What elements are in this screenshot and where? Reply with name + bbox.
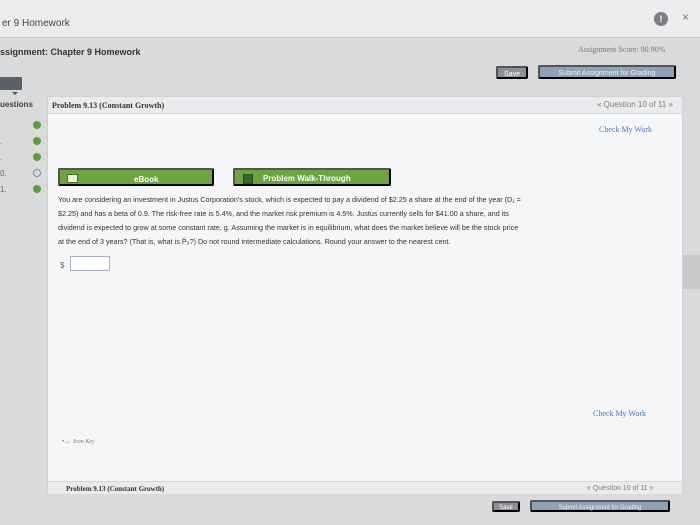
question-navigation[interactable]: « Question 10 of 11 » xyxy=(597,100,673,109)
book-icon xyxy=(67,174,78,183)
ebook-button[interactable]: eBook xyxy=(58,168,214,186)
assignment-title: ssignment: Chapter 9 Homework xyxy=(0,47,141,57)
submit-assignment-button-bottom[interactable]: Submit Assignment for Grading xyxy=(530,500,670,512)
questions-header: uestions xyxy=(0,100,33,109)
sidebar-item-number: . xyxy=(0,137,3,146)
check-circle-icon xyxy=(33,137,41,145)
footer-question-navigation[interactable]: « Question 10 of 11 » xyxy=(587,485,653,492)
save-button[interactable]: Save xyxy=(496,66,528,79)
problem-panel: Problem 9.13 (Constant Growth) « Questio… xyxy=(47,96,683,494)
sidebar-item-11[interactable]: 1. xyxy=(0,182,46,198)
resource-bar: eBook Problem Walk-Through xyxy=(58,168,391,186)
ebook-label: eBook xyxy=(134,175,159,184)
question-line: dividend is expected to grow at some con… xyxy=(58,223,519,232)
sidebar-item-3[interactable]: . xyxy=(0,150,46,166)
sidebar-item-1[interactable] xyxy=(0,118,46,134)
problem-header: Problem 9.13 (Constant Growth) « Questio… xyxy=(48,97,682,114)
window-titlebar: er 9 Homework ! × xyxy=(0,0,700,38)
scrollbar-handle[interactable] xyxy=(683,255,700,289)
walkthrough-label: Problem Walk-Through xyxy=(263,174,351,183)
save-button-bottom[interactable]: Save xyxy=(492,501,520,512)
check-circle-icon xyxy=(33,153,41,161)
sidebar-item-2[interactable]: . xyxy=(0,134,46,150)
submit-assignment-button[interactable]: Submit Assignment for Grading xyxy=(538,65,676,79)
sidebar-item-number: 1. xyxy=(0,185,7,194)
window-title: er 9 Homework xyxy=(2,18,70,29)
icon-key[interactable]: Icon Key xyxy=(62,439,95,445)
empty-circle-icon xyxy=(33,169,41,177)
sidebar-item-number: 0. xyxy=(0,169,7,178)
check-my-work-link-bottom[interactable]: Check My Work xyxy=(593,409,646,418)
check-circle-icon xyxy=(33,185,41,193)
question-line: $2.25) and has a beta of 0.9. The risk-f… xyxy=(58,209,509,218)
footer-problem-title: Problem 9.13 (Constant Growth) xyxy=(66,485,165,493)
close-icon[interactable]: × xyxy=(682,10,689,24)
problem-title: Problem 9.13 (Constant Growth) xyxy=(52,101,165,110)
answer-input[interactable] xyxy=(70,256,110,271)
dollar-sign: $ xyxy=(60,261,65,270)
info-icon[interactable]: ! xyxy=(654,12,668,26)
assignment-page: er 9 Homework ! × ssignment: Chapter 9 H… xyxy=(0,0,700,525)
problem-walkthrough-button[interactable]: Problem Walk-Through xyxy=(233,168,391,186)
question-text: You are considering an investment in Jus… xyxy=(58,193,676,249)
sidebar-item-number: . xyxy=(0,153,3,162)
check-my-work-link[interactable]: Check My Work xyxy=(599,125,652,134)
assignment-score: Assignment Score: 90.90% xyxy=(578,45,666,54)
check-circle-icon xyxy=(33,121,41,129)
sidebar-item-10[interactable]: 0. xyxy=(0,166,46,182)
question-line: You are considering an investment in Jus… xyxy=(58,195,521,204)
problem-footer: Problem 9.13 (Constant Growth) « Questio… xyxy=(48,481,682,494)
toc-icon[interactable] xyxy=(0,77,22,95)
video-icon xyxy=(243,174,253,184)
question-line: at the end of 3 years? (That is, what is… xyxy=(58,237,451,246)
